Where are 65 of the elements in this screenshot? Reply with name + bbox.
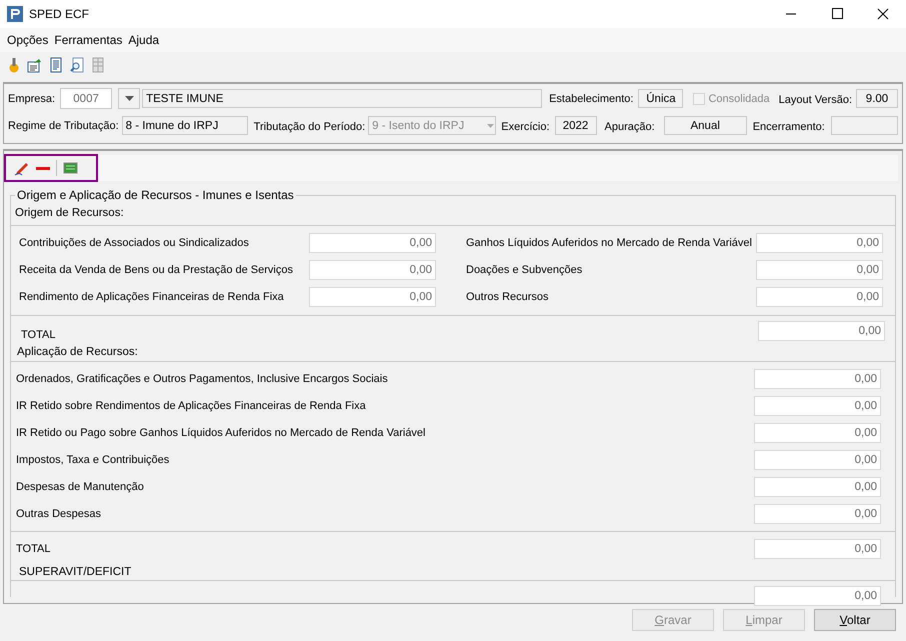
value-field[interactable]: 0,00 <box>756 233 883 253</box>
field-label: Layout Versão: <box>778 94 852 106</box>
field-label: Impostos, Taxa e Contribuições <box>16 454 170 466</box>
field-label: Exercício: <box>501 120 550 132</box>
app-logo-icon <box>7 6 23 22</box>
value-field[interactable]: 0,00 <box>309 260 436 280</box>
field-label: Apuração: <box>604 120 655 132</box>
field-label: Empresa: <box>8 92 56 104</box>
readonly-field[interactable]: Anual <box>664 116 747 135</box>
value-field[interactable]: 0,00 <box>754 423 881 443</box>
field-label: Outras Despesas <box>16 508 101 520</box>
menu-item[interactable]: Opções <box>4 33 52 47</box>
field-label: IR Retido sobre Rendimentos de Aplicações Financeiras de Renda Fixa <box>16 400 366 412</box>
company-name-field[interactable]: TESTE IMUNE <box>142 89 542 108</box>
caret-icon <box>487 124 494 128</box>
total-label: TOTAL <box>21 329 56 341</box>
field-label: Doações e Subvenções <box>466 264 582 276</box>
dropdown-button[interactable] <box>118 88 140 109</box>
field-label: Ordenados, Gratificações e Outros Pagamentos, Inclusive Encargos Sociais <box>16 373 388 385</box>
group-title: Origem e Aplicação de Recursos - Imunes e Isentas <box>15 188 296 202</box>
value-field[interactable]: 0,00 <box>754 539 881 559</box>
value-field[interactable]: 0,00 <box>758 321 885 341</box>
pencil-icon[interactable] <box>14 160 30 176</box>
field-label: Estabelecimento: <box>549 92 634 104</box>
field-label: Receita da Venda de Bens ou da Prestação de Serviços <box>19 264 293 276</box>
value-field[interactable]: 0,00 <box>756 287 883 307</box>
window-title: SPED ECF <box>29 7 90 21</box>
field-label: TOTAL <box>16 543 50 555</box>
menu-item[interactable]: Ferramentas <box>51 33 126 47</box>
readonly-field[interactable]: 8 - Imune do IRPJ <box>122 116 248 135</box>
readonly-field[interactable]: 2022 <box>554 116 597 135</box>
value-field[interactable]: 0,00 <box>309 233 436 253</box>
section-title: SUPERAVIT/DEFICIT <box>18 565 132 580</box>
value-field[interactable]: 0,00 <box>754 477 881 497</box>
document-arrow-icon[interactable] <box>27 57 43 73</box>
company-code-field[interactable]: 0007 <box>60 88 112 109</box>
value-field[interactable]: 0,00 <box>754 504 881 524</box>
action-button[interactable]: Voltar <box>814 609 896 631</box>
readonly-field[interactable]: Única <box>638 89 684 108</box>
field-label: Tributação do Período: <box>254 120 366 132</box>
field-label: Rendimento de Aplicações Financeiras de Renda Fixa <box>19 291 284 303</box>
section-title: Origem de Recursos: <box>14 206 125 221</box>
value-field[interactable]: 0,00 <box>754 586 881 606</box>
magnifier-document-icon[interactable] <box>69 57 85 73</box>
value-field[interactable]: 0,00 <box>754 450 881 470</box>
section-title: Aplicação de Recursos: <box>16 345 139 360</box>
caret-icon <box>124 96 134 101</box>
screen-icon[interactable] <box>62 160 78 176</box>
readonly-field[interactable]: 9.00 <box>856 89 898 108</box>
period-dropdown[interactable]: 9 - Isento do IRPJ <box>368 116 496 135</box>
document-icon[interactable] <box>48 57 64 73</box>
field-label: Outros Recursos <box>466 291 549 303</box>
field-label: Contribuições de Associados ou Sindicalizados <box>19 237 249 249</box>
value-field[interactable]: 0,00 <box>309 287 436 307</box>
value-field[interactable]: 0,00 <box>754 396 881 416</box>
menu-item[interactable]: Ajuda <box>125 33 162 47</box>
value-field[interactable]: 0,00 <box>756 260 883 280</box>
field-label: Regime de Tributação: <box>8 120 119 132</box>
field-label: Encerramento: <box>752 120 825 132</box>
field-label: Ganhos Líquidos Auferidos no Mercado de Renda Variável <box>466 237 752 249</box>
readonly-field[interactable] <box>830 116 898 135</box>
field-label: Consolidada <box>708 92 770 104</box>
field-label: IR Retido ou Pago sobre Ganhos Líquidos Auferidos no Mercado de Renda Variável <box>16 427 426 439</box>
field-label: Despesas de Manutenção <box>16 481 144 493</box>
value-field[interactable]: 0,00 <box>754 369 881 389</box>
